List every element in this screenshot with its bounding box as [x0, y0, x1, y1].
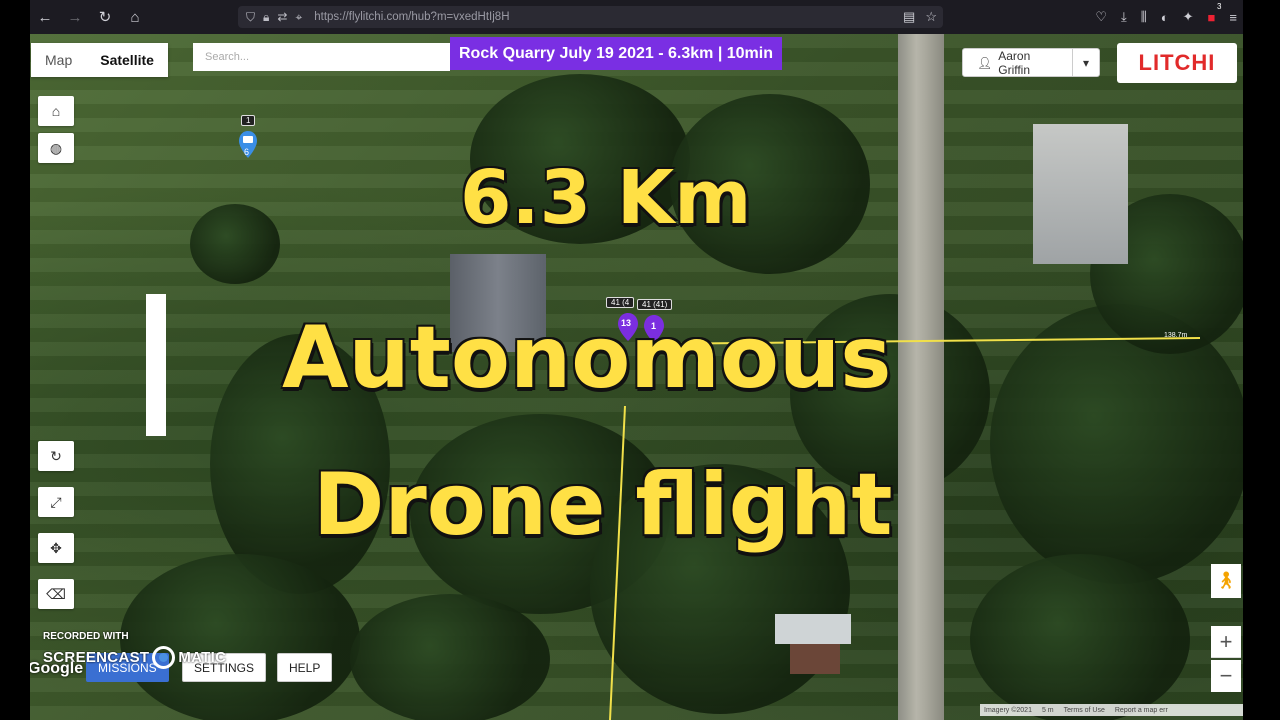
forward-icon[interactable]: →: [60, 0, 90, 34]
shield-icon: ⛉: [246, 9, 256, 24]
altitude-bar: [146, 294, 166, 436]
permissions-icon: ⇄: [277, 10, 288, 24]
map-attribution: Imagery ©2021 5 m Terms of Use Report a …: [980, 704, 1243, 716]
report-error-link[interactable]: Report a map err: [1115, 707, 1168, 714]
browser-toolbar: ← → ↻ ⌂ ⛉ 🔒︎ ⇄ ⌖ https://flylitchi.com/h…: [30, 0, 1243, 34]
reload-icon[interactable]: ↻: [90, 0, 120, 34]
litchi-logo[interactable]: LITCHI: [1117, 43, 1237, 83]
browser-tools: ♡ ⤓ ⫼ ◐ ✦ ■ 3 ≡: [1095, 0, 1237, 34]
extension-icon[interactable]: ◐: [1161, 10, 1169, 25]
overlay-autonomous: Autonomous: [282, 308, 892, 408]
map-type-map[interactable]: Map: [31, 43, 86, 77]
home-icon: ⌂: [51, 103, 61, 119]
user-icon: 👤︎: [977, 55, 993, 70]
eraser-button[interactable]: ⌫: [38, 579, 74, 609]
refresh-button[interactable]: ↻: [38, 441, 74, 471]
map-type-satellite[interactable]: Satellite: [86, 43, 168, 77]
expand-icon: ⤢: [50, 493, 62, 510]
imagery-credit: Imagery ©2021: [984, 706, 1032, 714]
globe-button[interactable]: ◍: [38, 133, 74, 163]
recorder-name-b: MATIC: [178, 649, 227, 666]
globe-icon: ◍: [49, 139, 63, 156]
move-button[interactable]: ✥: [38, 533, 74, 563]
location-icon: ⌖: [295, 9, 303, 24]
menu-icon[interactable]: ≡: [1229, 10, 1237, 25]
terms-link[interactable]: Terms of Use: [1064, 707, 1105, 714]
help-button[interactable]: HELP: [277, 653, 333, 682]
overlay-drone-flight: Drone flight: [313, 455, 893, 555]
waypoint-chip: 41 (4: [606, 297, 635, 308]
addon-badge-icon[interactable]: ■ 3: [1208, 2, 1222, 25]
scale-label: 5 m: [1041, 706, 1054, 714]
zoom-in-button[interactable]: +: [1211, 626, 1241, 658]
screen-frame: ← → ↻ ⌂ ⛉ 🔒︎ ⇄ ⌖ https://flylitchi.com/h…: [30, 0, 1243, 720]
library-icon[interactable]: ⫼: [1141, 9, 1147, 25]
extension-puzzle-icon[interactable]: ✦: [1183, 9, 1194, 25]
back-icon[interactable]: ←: [30, 0, 60, 34]
zoom-out-button[interactable]: −: [1211, 660, 1241, 692]
recorder-logo-icon: [152, 646, 176, 669]
waypoint-chip: 1: [241, 115, 256, 126]
lock-icon: 🔒︎: [263, 9, 270, 24]
user-name-button[interactable]: 👤︎ Aaron Griffin: [963, 48, 1073, 77]
map-type-toggle: Map Satellite: [31, 43, 168, 77]
download-icon[interactable]: ⤓: [1121, 9, 1127, 25]
distance-label: 138.7m: [1164, 332, 1188, 339]
user-menu[interactable]: 👤︎ Aaron Griffin ▾: [962, 48, 1100, 77]
street-view-pegman-icon[interactable]: 🚶︎: [1211, 564, 1241, 598]
overlay-distance: 6.3 Km: [460, 155, 752, 241]
eraser-icon: ⌫: [46, 585, 66, 602]
move-icon: ✥: [50, 539, 62, 556]
recorder-watermark-line1: RECORDED WITH: [43, 631, 129, 642]
search-input[interactable]: [193, 43, 450, 71]
user-name: Aaron Griffin: [998, 48, 1031, 77]
pocket-icon[interactable]: ♡: [1095, 9, 1107, 25]
home-icon[interactable]: ⌂: [120, 0, 150, 34]
refresh-icon: ↻: [50, 447, 62, 464]
mission-title: Rock Quarry July 19 2021 - 6.3km | 10min: [450, 37, 782, 70]
address-bar[interactable]: ⛉ 🔒︎ ⇄ ⌖ https://flylitchi.com/hub?m=vxe…: [238, 6, 943, 28]
waypoint-number: 6: [244, 147, 250, 157]
reader-view-icon[interactable]: ▤: [903, 9, 915, 25]
bookmark-star-icon[interactable]: ☆: [925, 9, 937, 25]
url-text: https://flylitchi.com/hub?m=vxedHtIj8H: [314, 11, 510, 23]
chevron-down-icon[interactable]: ▾: [1073, 56, 1099, 70]
home-button[interactable]: ⌂: [38, 96, 74, 126]
badge-count: 3: [1216, 1, 1222, 11]
expand-button[interactable]: ⤢: [38, 487, 74, 517]
google-logo: Google: [30, 660, 84, 677]
